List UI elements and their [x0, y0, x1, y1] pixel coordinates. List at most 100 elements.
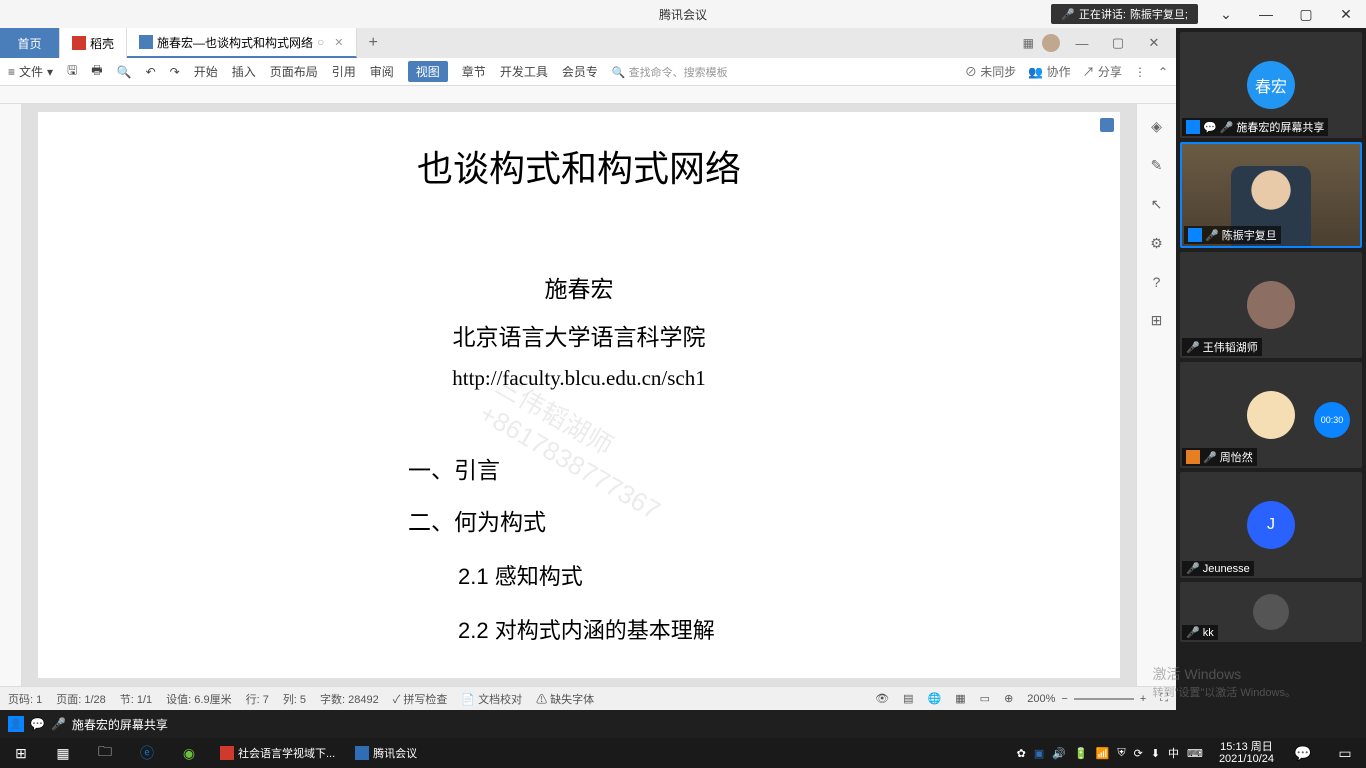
tray-volume-icon[interactable]: 🔊	[1052, 747, 1066, 760]
notification-center-icon[interactable]: 💬	[1282, 738, 1324, 768]
menu-start[interactable]: 开始	[194, 63, 218, 80]
action-center-icon[interactable]: ▭	[1324, 738, 1366, 768]
chevron-down-icon: ▾	[47, 65, 53, 79]
taskbar-app[interactable]: 社会语言学视域下...	[210, 738, 345, 768]
view-web-icon[interactable]: 🌐	[928, 692, 942, 705]
preview-icon[interactable]: 🔍	[117, 65, 132, 79]
menu-reference[interactable]: 引用	[332, 63, 356, 80]
file-menu[interactable]: ≡ 文件 ▾	[8, 63, 53, 80]
pencil-icon[interactable]: ✎	[1151, 157, 1163, 174]
zoom-slider[interactable]	[1074, 698, 1134, 700]
tray-shield-icon[interactable]: ⛨	[1117, 747, 1125, 760]
wps-tab-document[interactable]: 施春宏—也谈构式和构式网络 ○ ✕	[127, 28, 356, 58]
print-icon[interactable]: 🖶	[91, 61, 102, 82]
task-view-button[interactable]: ▦	[42, 738, 84, 768]
view-read-icon[interactable]: 👁	[875, 692, 889, 705]
redo-icon[interactable]: ↷	[170, 65, 180, 79]
user-avatar-icon[interactable]	[1042, 34, 1060, 52]
doc-url: http://faculty.blcu.edu.cn/sch1	[128, 366, 1030, 391]
close-button[interactable]: ✕	[1326, 0, 1366, 28]
wps-content-area: 也谈构式和构式网络 施春宏 北京语言大学语言科学院 http://faculty…	[0, 104, 1176, 686]
status-pageof[interactable]: 页面: 1/28	[56, 691, 106, 707]
participant-tile[interactable]: 🎤 陈振宇复旦	[1180, 142, 1362, 248]
command-search[interactable]: 🔍 查找命令、搜索模板	[612, 64, 728, 80]
cursor-icon[interactable]: ↖	[1151, 196, 1163, 213]
tray-sync-icon[interactable]: ⟳	[1134, 747, 1143, 760]
file-explorer-icon[interactable]: 🗀	[84, 738, 126, 768]
participant-tile[interactable]: 🎤 王伟韬湖师	[1180, 252, 1362, 358]
participant-tile[interactable]: 00:30 🎤 周怡然	[1180, 362, 1362, 468]
undo-icon[interactable]: ↶	[146, 65, 156, 79]
menu-chapter[interactable]: 章节	[462, 63, 486, 80]
more-icon[interactable]: ⋮	[1134, 65, 1146, 79]
location-pin-icon[interactable]	[1100, 118, 1114, 132]
tab-unsaved-icon: ○	[317, 35, 324, 49]
status-doccheck[interactable]: 📄 文档校对	[461, 691, 522, 707]
side-tool-panel: ◈ ✎ ↖ ⚙ ? ⊞	[1136, 104, 1176, 686]
menu-insert[interactable]: 插入	[232, 63, 256, 80]
participant-label: 🎤 王伟韬湖师	[1182, 338, 1262, 356]
status-spellcheck[interactable]: ✓ 拼写检查	[393, 691, 448, 707]
participants-panel: 春宏 💬 🎤 施春宏的屏幕共享 🎤 陈振宇复旦 🎤 王伟韬湖师	[1176, 28, 1366, 710]
participant-tile[interactable]: 春宏 💬 🎤 施春宏的屏幕共享	[1180, 32, 1362, 138]
tray-app-icon[interactable]: ▣	[1034, 747, 1044, 760]
collab-button[interactable]: 👥 协作	[1028, 63, 1070, 80]
browser-icon[interactable]: ◉	[168, 738, 210, 768]
minimize-button[interactable]: —	[1246, 0, 1286, 28]
status-missing-font[interactable]: ⚠ 缺失字体	[536, 691, 594, 707]
wps-maximize-button[interactable]: ▢	[1104, 31, 1132, 55]
menu-review[interactable]: 审阅	[370, 63, 394, 80]
start-button[interactable]: ⊞	[0, 738, 42, 768]
status-chars[interactable]: 字数: 28492	[320, 691, 379, 707]
help-icon[interactable]: ?	[1153, 274, 1161, 290]
wps-tab-home[interactable]: 首页	[0, 28, 60, 58]
view-page-icon[interactable]: ▤	[903, 692, 913, 705]
tray-wifi-icon[interactable]: 📶	[1096, 747, 1110, 760]
menu-layout[interactable]: 页面布局	[270, 63, 318, 80]
doc-title: 也谈构式和构式网络	[128, 140, 1030, 192]
save-icon[interactable]: 🖫	[67, 61, 77, 82]
menu-member[interactable]: 会员专	[562, 63, 598, 80]
wps-close-button[interactable]: ✕	[1140, 31, 1168, 55]
wps-tab-doke[interactable]: 稻壳	[60, 28, 127, 58]
participant-tile[interactable]: J 🎤 Jeunesse	[1180, 472, 1362, 578]
menu-view[interactable]: 视图	[408, 61, 448, 82]
grid-icon[interactable]: ▦	[1023, 36, 1034, 50]
word-doc-icon	[139, 35, 153, 49]
fullscreen-icon[interactable]: ⛶	[1160, 692, 1168, 705]
tray-download-icon[interactable]: ⬇	[1151, 747, 1160, 760]
edge-browser-icon[interactable]: ⓔ	[126, 738, 168, 768]
presenter-icon	[1188, 228, 1202, 242]
more-tools-icon[interactable]: ⊞	[1151, 312, 1163, 329]
menu-devtools[interactable]: 开发工具	[500, 63, 548, 80]
diamond-icon[interactable]: ◈	[1151, 118, 1162, 135]
close-tab-icon[interactable]: ✕	[334, 36, 343, 49]
participant-label: 💬 🎤 施春宏的屏幕共享	[1182, 118, 1328, 136]
view-tools-icon[interactable]: ⊕	[1004, 692, 1013, 705]
taskbar-clock[interactable]: 15:13 周日 2021/10/24	[1211, 741, 1282, 765]
status-page[interactable]: 页码: 1	[8, 691, 42, 707]
view-outline-icon[interactable]: ▦	[955, 692, 965, 705]
settings-icon[interactable]: ⚙	[1150, 235, 1163, 252]
unsync-status[interactable]: ⊘ 未同步	[965, 63, 1016, 80]
zoom-in-icon[interactable]: +	[1140, 693, 1146, 705]
share-button[interactable]: ↗ 分享	[1083, 63, 1122, 80]
wps-minimize-button[interactable]: —	[1068, 31, 1096, 55]
new-tab-button[interactable]: +	[357, 28, 390, 58]
zoom-control[interactable]: 200% − +	[1027, 693, 1146, 705]
tray-ime[interactable]: 中	[1168, 745, 1179, 761]
taskbar-app[interactable]: 腾讯会议	[345, 738, 427, 768]
view-focus-icon[interactable]: ▭	[980, 692, 990, 705]
zoom-out-icon[interactable]: −	[1061, 693, 1067, 705]
speaking-indicator: 🎤 正在讲话: 陈振宇复旦;	[1051, 4, 1198, 24]
tray-battery-icon[interactable]: 🔋	[1074, 747, 1088, 760]
page-scroll-area[interactable]: 也谈构式和构式网络 施春宏 北京语言大学语言科学院 http://faculty…	[22, 104, 1136, 686]
collapse-button[interactable]: ⌄	[1206, 0, 1246, 28]
maximize-button[interactable]: ▢	[1286, 0, 1326, 28]
collapse-ribbon-icon[interactable]: ⌃	[1158, 65, 1168, 79]
participant-tile[interactable]: 🎤 kk	[1180, 582, 1362, 642]
participant-label: 🎤 陈振宇复旦	[1184, 226, 1281, 244]
tray-keyboard-icon[interactable]: ⌨	[1187, 747, 1203, 760]
tray-flower-icon[interactable]: ✿	[1017, 747, 1026, 760]
mic-muted-icon: 🎤	[1205, 229, 1219, 242]
